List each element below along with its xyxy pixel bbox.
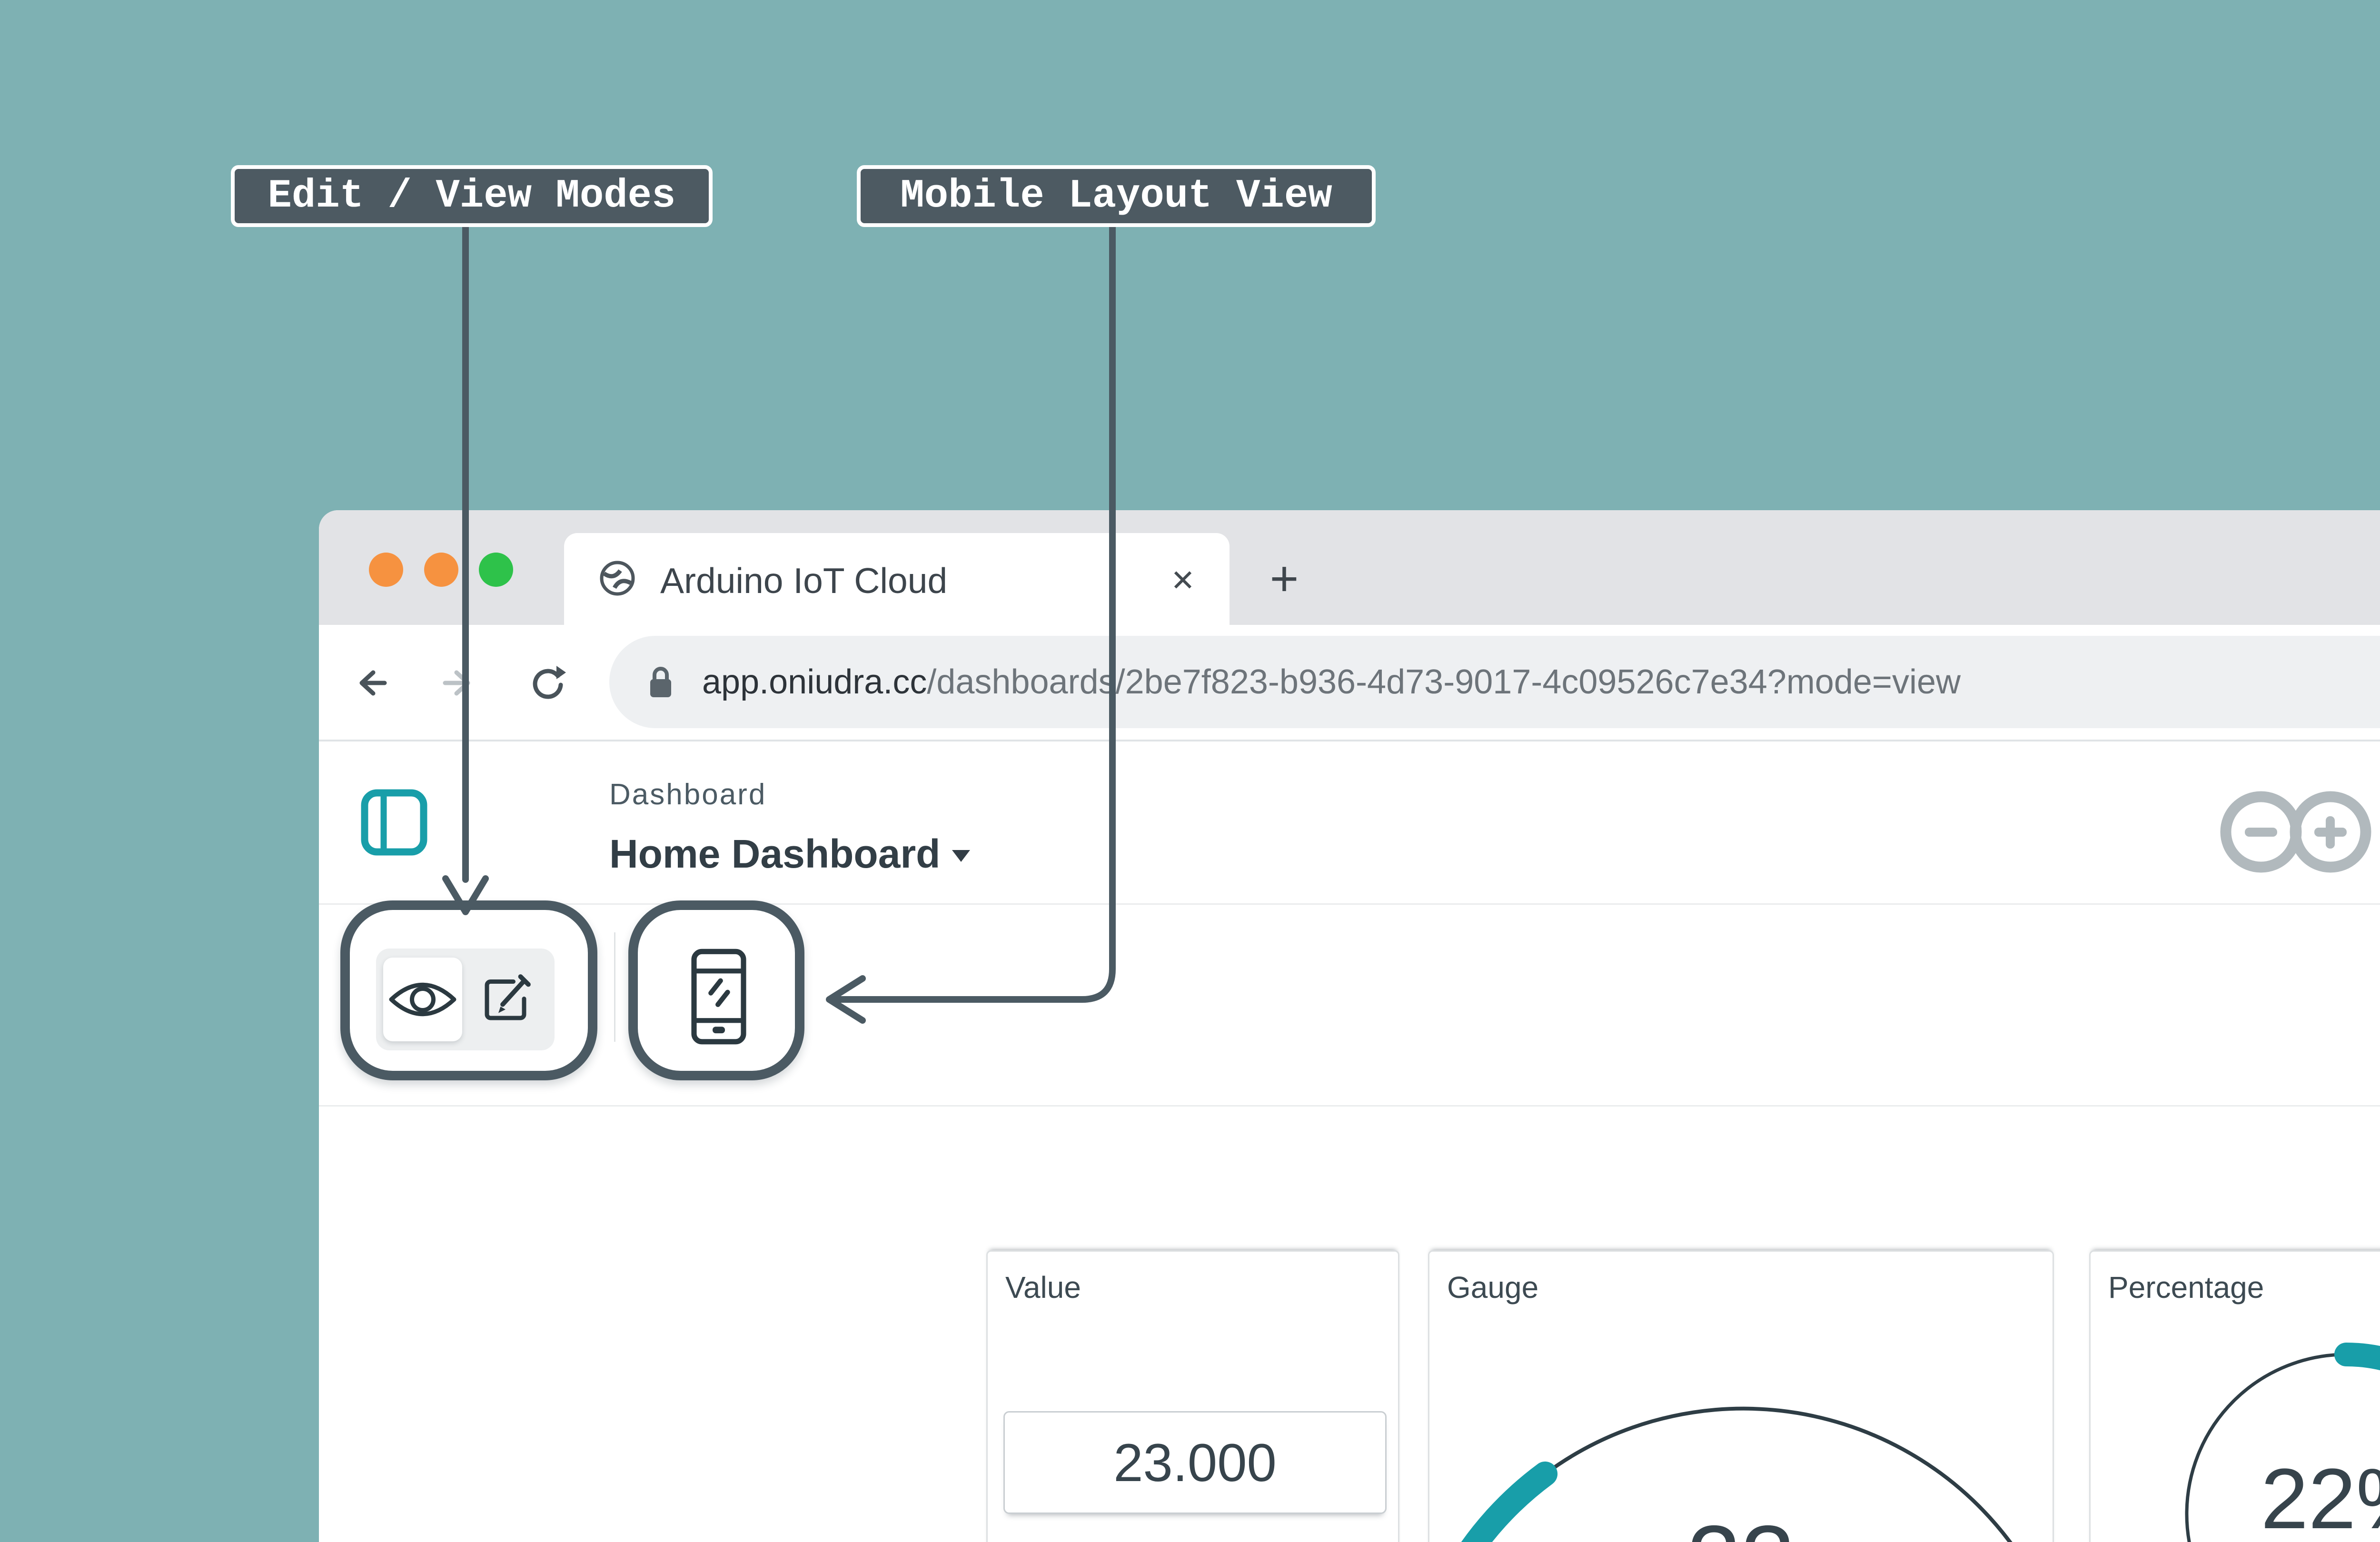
tab-title: Arduino IoT Cloud xyxy=(660,533,947,625)
mobile-layout-view-label-text: Mobile Layout View xyxy=(900,174,1332,219)
browser-tab-bar: Arduino IoT Cloud ✕ + xyxy=(319,510,2380,625)
dashboard-content: Value 23.000 Gauge 23 Percentage 22% xyxy=(319,1107,2380,1542)
edit-view-modes-label: Edit / View Modes xyxy=(231,165,713,227)
reload-icon[interactable] xyxy=(529,664,567,702)
browser-navbar: app.oniudra.cc/dashboards/2be7f823-b936-… xyxy=(319,625,2380,741)
gauge-value: 23 xyxy=(1429,1511,2053,1542)
highlight-ring-mobile xyxy=(628,900,804,1080)
chevron-down-icon[interactable] xyxy=(952,850,970,862)
sidebar-toggle-icon[interactable] xyxy=(361,789,427,856)
mobile-layout-view-label: Mobile Layout View xyxy=(857,165,1376,227)
tab-close-icon[interactable]: ✕ xyxy=(1154,533,1211,625)
new-tab-button[interactable]: + xyxy=(1251,533,1318,625)
dashboard-toolbar xyxy=(319,905,2380,1107)
url-text: app.oniudra.cc/dashboards/2be7f823-b936-… xyxy=(702,636,1961,728)
lock-icon xyxy=(646,663,675,701)
percentage-value: 22% xyxy=(2091,1456,2380,1542)
url-domain: app.oniudra.cc xyxy=(702,663,927,701)
dashboard-header: Dashboard Home Dashboard xyxy=(319,741,2380,905)
value-widget-card: Value 23.000 xyxy=(986,1250,1399,1542)
highlight-ring-view-edit xyxy=(340,900,597,1080)
widget-title: Value xyxy=(1005,1270,1081,1305)
gauge-widget-card: Gauge 23 xyxy=(1428,1250,2054,1542)
dashboard-kicker: Dashboard xyxy=(609,778,766,811)
window-close-button[interactable] xyxy=(369,553,403,587)
gauge-arc xyxy=(1429,1252,2054,1542)
browser-window: Arduino IoT Cloud ✕ + app.oniudra.cc/das… xyxy=(319,510,2380,1542)
window-minimize-button[interactable] xyxy=(424,553,458,587)
window-zoom-button[interactable] xyxy=(479,553,513,587)
percentage-widget-card: Percentage 22% xyxy=(2089,1250,2380,1542)
url-path: /dashboards/2be7f823-b936-4d73-9017-4c09… xyxy=(927,663,1961,701)
browser-tab[interactable]: Arduino IoT Cloud ✕ xyxy=(564,533,1230,625)
edit-view-modes-label-text: Edit / View Modes xyxy=(268,174,676,219)
back-icon[interactable] xyxy=(354,664,392,702)
toolbar-divider xyxy=(614,932,615,1042)
arduino-logo-icon xyxy=(2190,782,2380,882)
dashboard-title[interactable]: Home Dashboard xyxy=(609,831,940,877)
globe-icon xyxy=(598,559,636,597)
forward-icon[interactable] xyxy=(437,664,476,702)
address-bar[interactable]: app.oniudra.cc/dashboards/2be7f823-b936-… xyxy=(609,636,2380,728)
value-widget-input[interactable]: 23.000 xyxy=(1003,1411,1387,1514)
